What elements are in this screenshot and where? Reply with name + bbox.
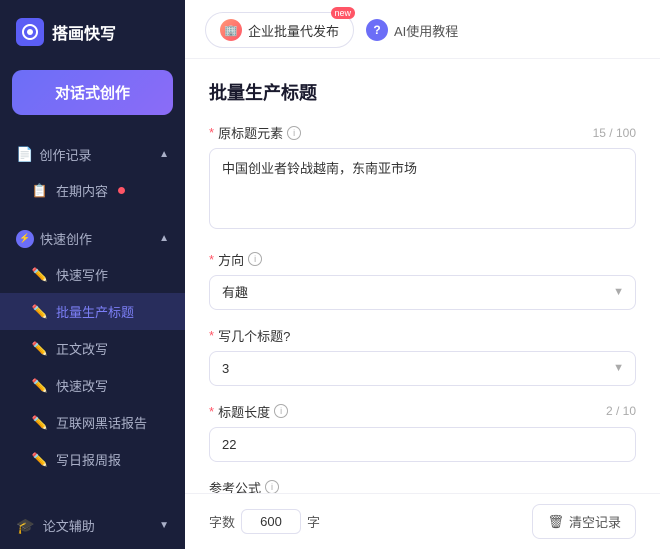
length-form-group: * 标题长度 i 2 / 10 22	[209, 402, 636, 462]
direction-info-icon[interactable]: i	[248, 252, 262, 266]
ai-tutorial-button[interactable]: ? AI使用教程	[366, 19, 458, 41]
batch-publish-label: 企业批量代发布	[248, 21, 339, 40]
main-content: 🏢 企业批量代发布 new ? AI使用教程 批量生产标题 * 原标题元素 i …	[185, 0, 660, 549]
length-info-icon[interactable]: i	[274, 404, 288, 418]
thesis-help-label: 论文辅助	[43, 516, 95, 535]
direction-label: 方向	[218, 250, 244, 269]
sidebar: 搭画快写 对话式创作 📄 创作记录 ▲ 📋 在期内容 ⚡ 快速创作 ▲ ✏️ 快…	[0, 0, 185, 549]
source-textarea[interactable]: 中国创业者铃战越南，东南亚市场	[209, 148, 636, 229]
count-select-wrap: 1 2 3 5 10 ▼	[209, 351, 636, 386]
source-label-row: * 原标题元素 i 15 / 100	[209, 123, 636, 142]
source-label: 原标题元素	[218, 123, 283, 142]
rewrite-icon: ✏️	[32, 341, 48, 357]
word-count-input[interactable]: 600	[241, 509, 301, 534]
required-star-length: *	[209, 404, 214, 419]
notification-dot	[118, 187, 125, 194]
required-star-source: *	[209, 125, 214, 140]
sidebar-item-diary[interactable]: ✏️ 写日报周报	[0, 441, 185, 478]
ai-tutorial-label: AI使用教程	[394, 21, 458, 40]
quick-write-label: 快速写作	[56, 265, 108, 284]
batch-publish-button[interactable]: 🏢 企业批量代发布 new	[205, 12, 354, 48]
new-badge: new	[331, 7, 356, 19]
length-label: 标题长度	[218, 402, 270, 421]
length-label-row: * 标题长度 i 2 / 10	[209, 402, 636, 421]
creation-record-section: 📄 创作记录 ▲ 📋 在期内容	[0, 131, 185, 215]
clear-label: 清空记录	[569, 512, 621, 531]
batch-title-icon: ✏️	[32, 304, 48, 320]
rewrite-label: 正文改写	[56, 339, 108, 358]
quick-create-section: ⚡ 快速创作 ▲ ✏️ 快速写作 ✏️ 批量生产标题 ✏️ 正文改写 ✏️ 快速…	[0, 215, 185, 484]
diary-label: 写日报周报	[56, 450, 121, 469]
diary-icon: ✏️	[32, 452, 48, 468]
source-info-icon[interactable]: i	[287, 126, 301, 140]
required-star-count: *	[209, 328, 214, 343]
required-star-direction: *	[209, 252, 214, 267]
source-char-count: 15 / 100	[593, 126, 636, 140]
topbar: 🏢 企业批量代发布 new ? AI使用教程	[185, 0, 660, 59]
logo-icon	[16, 18, 44, 46]
chevron-up-icon2: ▲	[159, 233, 169, 244]
formula-info-icon[interactable]: i	[265, 480, 279, 493]
word-count-suffix: 字	[307, 512, 320, 531]
sidebar-item-internet-report[interactable]: ✏️ 互联网黑话报告	[0, 404, 185, 441]
recent-label: 在期内容	[56, 181, 108, 200]
page-title: 批量生产标题	[209, 79, 636, 105]
quick-create-label: 快速创作	[40, 229, 92, 248]
word-count-area: 字数 600 字	[209, 509, 320, 534]
sidebar-item-batch-title[interactable]: ✏️ 批量生产标题	[0, 293, 185, 330]
thesis-icon: 🎓	[16, 517, 35, 535]
clear-button[interactable]: 🗑 清空记录	[532, 504, 636, 539]
recent-icon: 📋	[32, 183, 48, 199]
cta-button[interactable]: 对话式创作	[12, 70, 173, 115]
sidebar-item-rewrite[interactable]: ✏️ 正文改写	[0, 330, 185, 367]
quick-copy-icon: ✏️	[32, 378, 48, 394]
trash-icon: 🗑	[547, 514, 564, 530]
internet-report-icon: ✏️	[32, 415, 48, 431]
source-form-group: * 原标题元素 i 15 / 100 中国创业者铃战越南，东南亚市场	[209, 123, 636, 234]
sidebar-item-quick-write[interactable]: ✏️ 快速写作	[0, 256, 185, 293]
creation-record-label: 创作记录	[39, 145, 91, 164]
footer-bar: 字数 600 字 🗑 清空记录	[185, 493, 660, 549]
footer-right: 🗑 清空记录	[532, 504, 636, 539]
sidebar-item-recent[interactable]: 📋 在期内容	[0, 172, 185, 209]
word-count-prefix: 字数	[209, 512, 235, 531]
formula-form-group: 参考公式 i 细分人群+数字+结果 悬念式 对比式 数字式 疑问式 ▼	[209, 478, 636, 494]
avatar-icon: ⚡	[16, 230, 34, 248]
direction-label-row: * 方向 i	[209, 250, 636, 269]
quick-create-header[interactable]: ⚡ 快速创作 ▲	[0, 221, 185, 256]
count-form-group: * 写几个标题? 1 2 3 5 10 ▼	[209, 326, 636, 386]
length-char-count: 2 / 10	[606, 404, 636, 418]
batch-publish-icon: 🏢	[220, 19, 242, 41]
sidebar-logo: 搭画快写	[0, 0, 185, 62]
chevron-up-icon: ▲	[159, 149, 169, 160]
logo-text: 搭画快写	[52, 20, 116, 44]
form-area: 批量生产标题 * 原标题元素 i 15 / 100 中国创业者铃战越南，东南亚市…	[185, 59, 660, 493]
thesis-help-section[interactable]: 🎓 论文辅助 ▼	[0, 506, 185, 549]
batch-title-label: 批量生产标题	[56, 302, 134, 321]
direction-select[interactable]: 有趣 严肃 创意 专业 情感	[209, 275, 636, 310]
direction-form-group: * 方向 i 有趣 严肃 创意 专业 情感 ▼	[209, 250, 636, 310]
quick-copy-label: 快速改写	[56, 376, 108, 395]
chevron-down-icon: ▼	[159, 520, 169, 531]
formula-label: 参考公式	[209, 478, 261, 494]
creation-record-header[interactable]: 📄 创作记录 ▲	[0, 137, 185, 172]
formula-label-row: 参考公式 i	[209, 478, 636, 494]
count-label-row: * 写几个标题?	[209, 326, 636, 345]
help-icon: ?	[366, 19, 388, 41]
count-label: 写几个标题?	[218, 326, 290, 345]
sidebar-item-quick-copy[interactable]: ✏️ 快速改写	[0, 367, 185, 404]
direction-select-wrap: 有趣 严肃 创意 专业 情感 ▼	[209, 275, 636, 310]
count-select[interactable]: 1 2 3 5 10	[209, 351, 636, 386]
length-input[interactable]: 22	[209, 427, 636, 462]
internet-report-label: 互联网黑话报告	[56, 413, 147, 432]
quick-write-icon: ✏️	[32, 267, 48, 283]
document-icon: 📄	[16, 146, 33, 163]
